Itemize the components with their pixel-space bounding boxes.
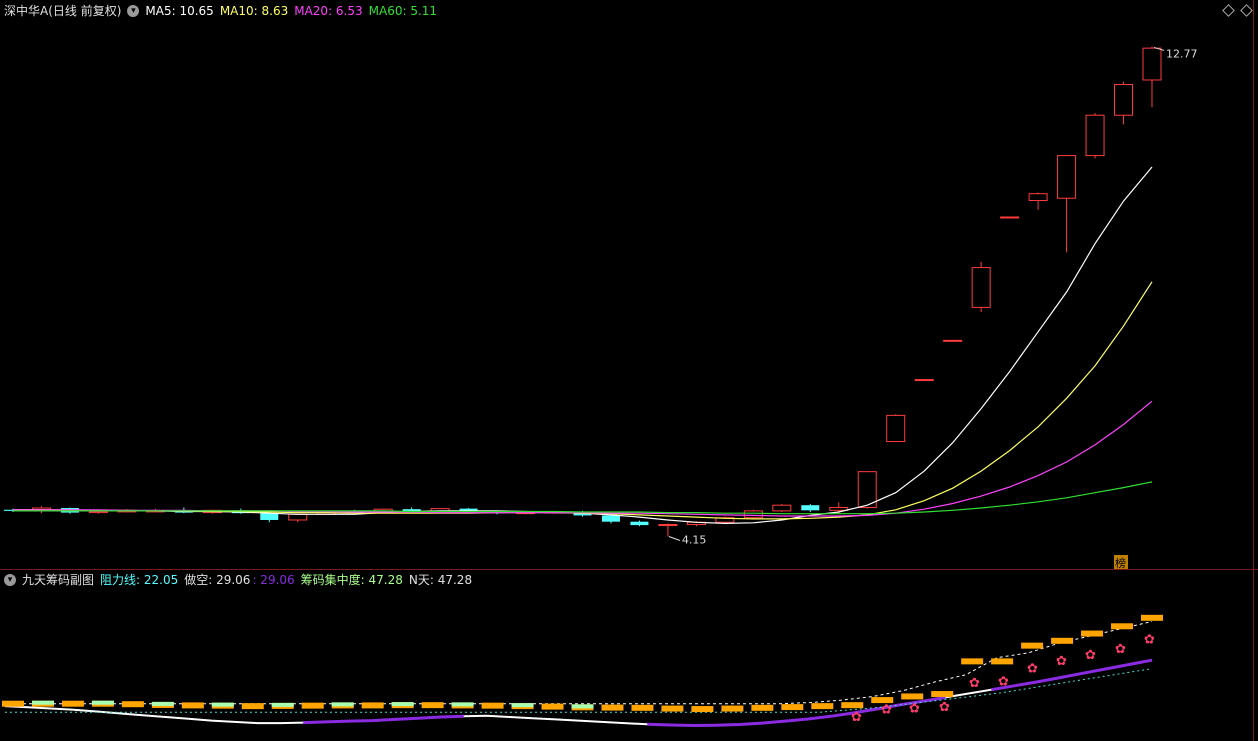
candle-body: [288, 513, 308, 521]
butterfly-icon: ✿: [1115, 642, 1126, 657]
orange-bar: [721, 705, 744, 712]
ma5-line: [13, 166, 1153, 525]
orange-bar: [421, 702, 444, 709]
candle-body: [1000, 216, 1020, 219]
butterfly-icon: ✿: [1056, 654, 1067, 669]
resist-legend: 阻力线: 22.05: [100, 573, 179, 587]
candle-body: [630, 521, 649, 526]
ma10-legend: MA10: 8.63: [219, 4, 289, 18]
butterfly-icon: ✿: [1085, 648, 1096, 663]
main-chart-header: 深中华A(日线 前复权) ▾ MA5: 10.65 MA10: 8.63 MA2…: [4, 2, 437, 20]
orange-bar: [901, 693, 924, 700]
orange-bar: [931, 691, 954, 698]
chevron-down-icon-sub[interactable]: ▾: [4, 574, 16, 586]
candle-body: [743, 510, 763, 519]
candle-body: [658, 524, 678, 527]
orange-bar: [61, 700, 84, 707]
orange-bar: [1111, 623, 1134, 630]
orange-bar: [361, 702, 384, 709]
butterfly-icon: ✿: [1144, 632, 1155, 647]
candle-body: [1085, 114, 1105, 157]
candle-body: [260, 513, 279, 520]
butterfly-icon: ✿: [881, 703, 892, 718]
main-chart-panel[interactable]: 12.77 4.15 榜 深中华A(日线 前复权) ▾ MA5: 10.65 MA1…: [0, 0, 1258, 570]
ma20-line: [13, 400, 1153, 517]
orange-bar: [1141, 614, 1163, 621]
candle-body: [886, 414, 906, 443]
nday-legend: N天: 47.28: [408, 573, 473, 587]
orange-bar: [481, 702, 504, 709]
min-pointer: [668, 536, 681, 541]
candle-body: [772, 504, 792, 512]
indicator-panel[interactable]: ✿ ✿ ✿ ✿ ✿ ✿ ✿ ✿ ✿ ✿ ✿ ▾ 九天筹码副图 阻力线: 22.05 做空: 29.0…: [0, 570, 1258, 741]
orange-bar: [781, 704, 804, 711]
stock-title: 深中华A(日线 前复权): [4, 4, 122, 18]
candle-body: [1142, 47, 1162, 81]
orange-bar: [1081, 630, 1104, 637]
orange-bar: [1021, 642, 1044, 649]
orange-bar: [631, 704, 654, 711]
green-bar: [331, 702, 354, 707]
ma10-line: [13, 281, 1153, 520]
orange-bar: [121, 701, 144, 708]
ma20-legend: MA20: 6.53: [294, 4, 363, 18]
butterfly-icon: ✿: [851, 710, 862, 725]
butterfly-icon: ✿: [1027, 661, 1038, 676]
white-line: [4, 659, 1153, 727]
orange-bar: [1051, 637, 1074, 644]
green-bar: [271, 702, 294, 707]
candle-body: [801, 505, 820, 511]
orange-bar: [541, 703, 564, 710]
candle-body: [1057, 155, 1077, 199]
min-price-label: 4.15: [682, 533, 707, 546]
candle-body: [971, 267, 991, 308]
butterfly-icon: ✿: [939, 700, 950, 715]
green-bar: [211, 702, 234, 707]
orange-bar: [661, 705, 684, 712]
conc-legend: 筹码集中度: 47.28: [300, 573, 403, 587]
ma60-legend: MA60: 5.11: [368, 4, 438, 18]
orange-bar: [811, 703, 834, 710]
green-bar: [451, 702, 474, 707]
orange-bar: [751, 704, 774, 711]
ma5-legend: MA5: 10.65: [145, 4, 214, 18]
chevron-down-icon[interactable]: ▾: [127, 5, 140, 17]
orange-bar: [301, 702, 324, 709]
short-legend: 做空: 29.06: [184, 573, 251, 587]
green-bar: [511, 703, 534, 708]
tag-label: 榜: [1115, 556, 1126, 570]
butterfly-icon: ✿: [909, 701, 920, 716]
candle-body: [1114, 84, 1134, 116]
green-bar: [91, 700, 114, 705]
green-bar: [31, 700, 54, 705]
indicator-header: ▾ 九天筹码副图 阻力线: 22.05 做空: 29.06 : 29.06 筹码…: [4, 571, 472, 589]
candle-body: [943, 339, 963, 342]
purple-segment-0: [303, 714, 464, 725]
candlestick-chart: 12.77 4.15 榜: [4, 46, 1198, 570]
candle-body: [1028, 193, 1048, 202]
short2-legend: : 29.06: [252, 573, 295, 587]
max-price-label: 12.77: [1166, 47, 1198, 60]
purple-segment-2: [991, 658, 1153, 692]
orange-bar: [691, 706, 714, 713]
orange-bar: [991, 658, 1014, 665]
indicator-title: 九天筹码副图: [22, 573, 95, 587]
orange-bar: [601, 704, 624, 711]
orange-bar: [181, 702, 204, 709]
candle-body: [601, 515, 620, 522]
green-bar: [571, 704, 594, 709]
butterfly-icon: ✿: [969, 676, 980, 691]
candle-body: [914, 379, 934, 382]
green-bar: [391, 702, 414, 707]
butterfly-icon: ✿: [998, 675, 1009, 690]
orange-bar: [841, 702, 864, 709]
orange-bar: [2, 700, 24, 707]
candle-body: [88, 510, 108, 514]
green-bar: [151, 701, 174, 706]
indicator-chart: ✿ ✿ ✿ ✿ ✿ ✿ ✿ ✿ ✿ ✿ ✿: [2, 614, 1163, 728]
orange-bar: [961, 658, 984, 665]
orange-bar: [241, 703, 264, 710]
